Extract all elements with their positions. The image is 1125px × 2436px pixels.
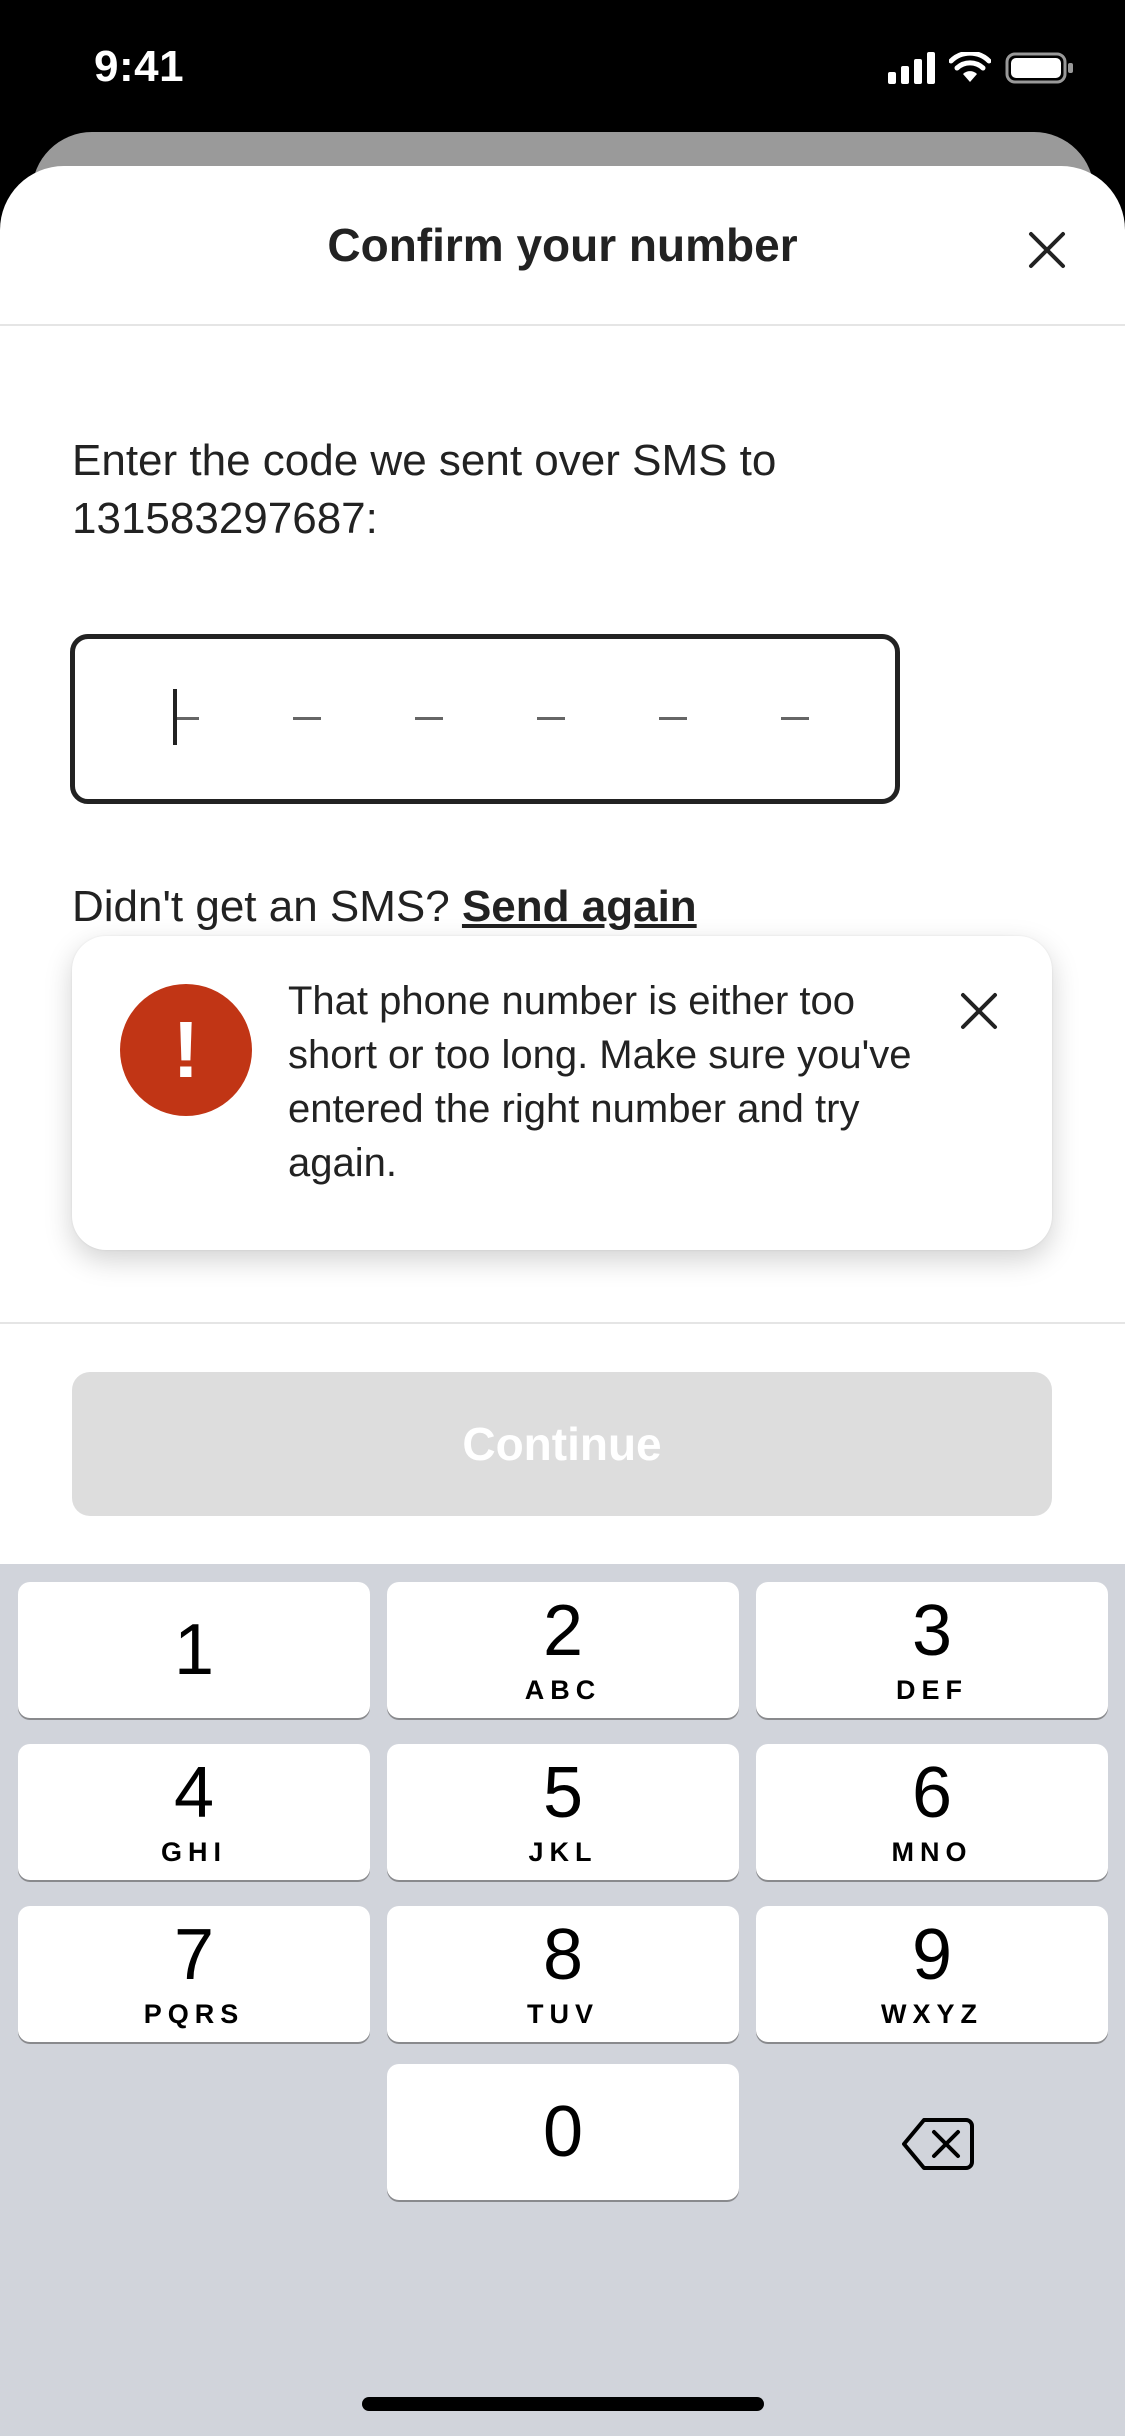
- status-time: 9:41: [94, 42, 185, 91]
- key-letters: WXYZ: [881, 1998, 983, 2029]
- backspace-icon: [902, 2118, 974, 2170]
- footer-divider: [0, 1322, 1125, 1324]
- phone-number: 131583297687:: [72, 494, 378, 543]
- close-icon: [961, 993, 997, 1029]
- exclamation-icon: !: [120, 984, 252, 1116]
- battery-icon: [1005, 52, 1073, 84]
- resend-prompt: Didn't get an SMS?: [72, 882, 450, 931]
- key-9[interactable]: 9 WXYZ: [756, 1906, 1108, 2042]
- verification-code-input[interactable]: [70, 634, 900, 804]
- code-slot-3: [415, 717, 443, 720]
- key-letters: PQRS: [143, 1998, 245, 2029]
- key-letters: MNO: [891, 1836, 973, 1867]
- instructions-line: Enter the code we sent over SMS to: [72, 436, 777, 485]
- key-number: 7: [173, 1914, 215, 1995]
- confirm-number-sheet: Confirm your number Enter the code we se…: [0, 166, 1125, 1566]
- key-letters: DEF: [896, 1674, 968, 1705]
- key-number: 8: [542, 1914, 584, 1995]
- code-slot-2: [293, 717, 321, 720]
- code-slot-6: [781, 717, 809, 720]
- wifi-icon: [949, 52, 991, 82]
- home-indicator: [362, 2397, 764, 2411]
- status-icons: [888, 48, 1075, 88]
- key-5[interactable]: 5 JKL: [387, 1744, 739, 1880]
- status-bar: 9:41: [0, 0, 1125, 140]
- send-again-link[interactable]: Send again: [462, 882, 697, 931]
- resend-row: Didn't get an SMS? Send again: [72, 882, 697, 932]
- cellular-signal-icon: [888, 52, 935, 84]
- key-number: 4: [173, 1752, 215, 1833]
- key-4[interactable]: 4 GHI: [18, 1744, 370, 1880]
- key-7[interactable]: 7 PQRS: [18, 1906, 370, 2042]
- key-letters: ABC: [524, 1674, 602, 1705]
- key-letters: JKL: [528, 1836, 598, 1867]
- key-8[interactable]: 8 TUV: [387, 1906, 739, 2042]
- page-title: Confirm your number: [327, 219, 798, 271]
- error-message: That phone number is either too short or…: [288, 979, 912, 1185]
- close-icon: [1029, 232, 1065, 268]
- key-number: 5: [542, 1752, 584, 1833]
- code-slot-5: [659, 717, 687, 720]
- key-number: 2: [542, 1590, 584, 1671]
- key-letters: GHI: [160, 1836, 227, 1867]
- key-number: 9: [911, 1914, 953, 1995]
- key-number: 0: [542, 2092, 584, 2172]
- delete-key[interactable]: [888, 2104, 988, 2184]
- key-letters: TUV: [527, 1998, 599, 2029]
- key-6[interactable]: 6 MNO: [756, 1744, 1108, 1880]
- key-1[interactable]: 1: [18, 1582, 370, 1718]
- sheet-header: Confirm your number: [0, 166, 1125, 326]
- numeric-keypad: 1 2 ABC 3 DEF 4 GHI 5 JKL 6 MNO 7 PQRS 8…: [0, 1564, 1125, 2436]
- key-number: 3: [911, 1590, 953, 1671]
- key-number: 6: [911, 1752, 953, 1833]
- code-slot-1: [177, 717, 199, 720]
- key-0[interactable]: 0: [387, 2064, 739, 2200]
- error-toast: ! That phone number is either too short …: [72, 936, 1052, 1250]
- code-slot-4: [537, 717, 565, 720]
- instructions-text: Enter the code we sent over SMS to 13158…: [72, 432, 972, 548]
- key-3[interactable]: 3 DEF: [756, 1582, 1108, 1718]
- dismiss-toast-button[interactable]: [954, 986, 1004, 1036]
- key-2[interactable]: 2 ABC: [387, 1582, 739, 1718]
- continue-button[interactable]: Continue: [72, 1372, 1052, 1516]
- key-number: 1: [173, 1610, 215, 1690]
- close-button[interactable]: [1019, 222, 1075, 278]
